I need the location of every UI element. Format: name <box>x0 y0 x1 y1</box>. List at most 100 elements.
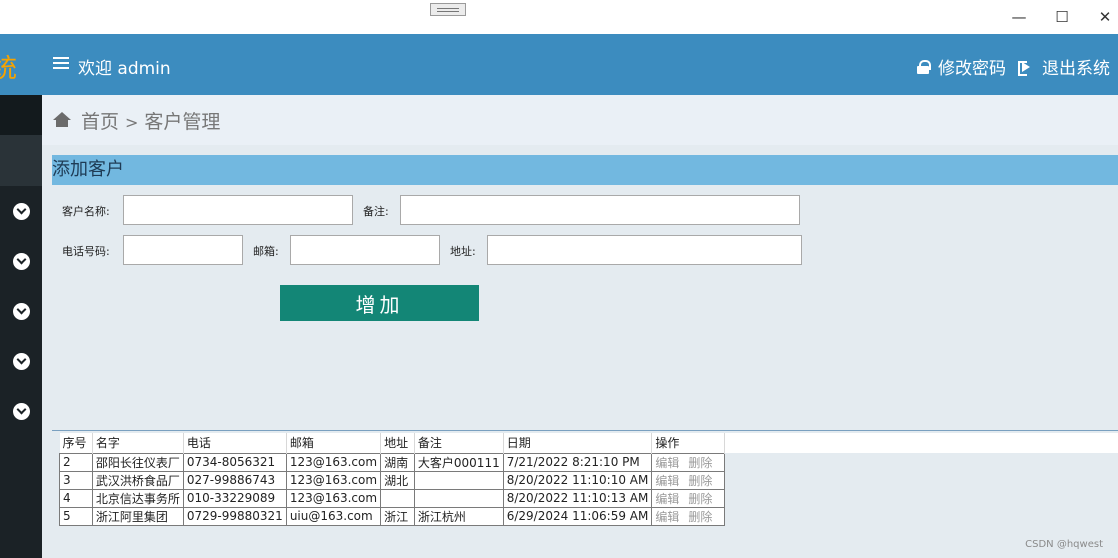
cell-address: 湖南 <box>380 452 415 472</box>
maximize-button[interactable]: ☐ <box>1049 5 1075 29</box>
table-row[interactable]: 3 武汉洪桥食品厂 027-99886743 123@163.com 湖北 8/… <box>59 470 1118 490</box>
menu-icon[interactable] <box>53 57 69 69</box>
lock-icon <box>917 59 931 74</box>
cell-email: 123@163.com <box>285 488 382 508</box>
top-header: 欢迎 admin 修改密码 退出系统 <box>42 34 1118 95</box>
sidebar: 统 <box>0 34 42 558</box>
table-body: 2 邵阳长往仪表厂 0734-8056321 123@163.com 湖南 大客… <box>59 452 1118 526</box>
panel-title: 添加客户 <box>52 155 1118 185</box>
table-row[interactable]: 2 邵阳长往仪表厂 0734-8056321 123@163.com 湖南 大客… <box>59 452 1118 472</box>
row-filler <box>725 489 1118 507</box>
close-button[interactable]: ✕ <box>1092 5 1118 29</box>
edit-link[interactable]: 编辑 <box>655 474 679 488</box>
breadcrumb: 首页 > 客户管理 <box>42 95 1118 145</box>
cell-date: 8/20/2022 11:10:10 AM <box>502 470 653 490</box>
breadcrumb-home[interactable]: 首页 <box>81 111 119 133</box>
delete-link[interactable]: 删除 <box>688 456 712 470</box>
column-header[interactable]: 电话 <box>183 433 287 453</box>
cell-remark: 浙江杭州 <box>413 506 504 526</box>
change-password-link[interactable]: 修改密码 <box>938 54 1006 79</box>
sidebar-brand-area: 统 <box>0 34 42 95</box>
cell-remark <box>413 470 504 490</box>
phone-label: 电话号码: <box>62 245 110 258</box>
cell-address: 湖北 <box>380 470 415 490</box>
chevron-down-circle-icon <box>12 302 30 320</box>
table-header-row: 序号 名字 电话 邮箱 地址 备注 日期 操作 <box>59 433 1118 453</box>
chevron-down-circle-icon <box>12 202 30 220</box>
logout-link[interactable]: 退出系统 <box>1042 54 1110 79</box>
table-row[interactable]: 5 浙江阿里集团 0729-99880321 uiu@163.com 浙江 浙江… <box>59 506 1118 526</box>
customer-grid: 序号 名字 电话 邮箱 地址 备注 日期 操作 2 邵阳长往仪表厂 0734-8… <box>52 430 1118 558</box>
watermark: CSDN @hqwest <box>1025 539 1103 550</box>
breadcrumb-current: 客户管理 <box>144 111 221 133</box>
row-filler <box>725 471 1118 489</box>
logout-icon <box>1018 60 1032 76</box>
cell-remark: 大客户000111 <box>413 452 504 472</box>
column-header[interactable]: 备注 <box>414 433 504 453</box>
chevron-down-circle-icon <box>12 252 30 270</box>
sidebar-item-2[interactable] <box>0 236 42 286</box>
table-row[interactable]: 4 北京信达事务所 010-33229089 123@163.com 8/20/… <box>59 488 1118 508</box>
breadcrumb-text: 首页 > 客户管理 <box>81 107 220 134</box>
edit-link[interactable]: 编辑 <box>655 492 679 506</box>
cell-name: 武汉洪桥食品厂 <box>91 470 184 490</box>
brand-title: 统 <box>0 54 17 84</box>
cell-date: 6/29/2024 11:06:59 AM <box>502 506 653 526</box>
sidebar-spacer <box>0 95 42 135</box>
welcome-text: 欢迎 admin <box>78 59 171 79</box>
phone-input[interactable] <box>123 235 243 265</box>
remark-input[interactable] <box>400 195 800 225</box>
delete-link[interactable]: 删除 <box>688 510 712 524</box>
sidebar-item-1[interactable] <box>0 186 42 236</box>
name-label: 客户名称: <box>62 205 110 218</box>
column-header[interactable]: 地址 <box>380 433 415 453</box>
delete-link[interactable]: 删除 <box>688 492 712 506</box>
column-header[interactable]: 序号 <box>59 433 93 453</box>
column-header[interactable]: 名字 <box>92 433 184 453</box>
cell-email: 123@163.com <box>285 470 382 490</box>
column-header[interactable]: 日期 <box>503 433 653 453</box>
chevron-down-circle-icon <box>12 352 30 370</box>
cell-name: 浙江阿里集团 <box>91 506 184 526</box>
cell-phone: 0734-8056321 <box>182 452 287 472</box>
drag-handle[interactable] <box>430 3 466 16</box>
column-header[interactable]: 操作 <box>651 433 726 453</box>
cell-email: 123@163.com <box>285 452 382 472</box>
sidebar-item-3[interactable] <box>0 286 42 336</box>
cell-phone: 010-33229089 <box>182 488 287 508</box>
cell-id: 3 <box>59 470 93 490</box>
cell-phone: 0729-99880321 <box>182 506 287 526</box>
cell-name: 邵阳长往仪表厂 <box>91 452 184 472</box>
sidebar-item-4[interactable] <box>0 336 42 386</box>
cell-address <box>380 488 415 508</box>
header-actions: 修改密码 退出系统 <box>917 54 1110 79</box>
cell-phone: 027-99886743 <box>182 470 287 490</box>
window-titlebar: — ☐ ✕ <box>0 0 1118 34</box>
cell-address: 浙江 <box>380 506 415 526</box>
edit-link[interactable]: 编辑 <box>655 456 679 470</box>
minimize-button[interactable]: — <box>1006 5 1032 29</box>
customer-name-input[interactable] <box>123 195 353 225</box>
cell-id: 2 <box>59 452 93 472</box>
cell-id: 5 <box>59 506 93 526</box>
email-input[interactable] <box>290 235 440 265</box>
email-label: 邮箱: <box>253 245 279 258</box>
address-input[interactable] <box>487 235 802 265</box>
row-filler <box>725 453 1118 471</box>
sidebar-item-active[interactable] <box>0 135 42 186</box>
delete-link[interactable]: 删除 <box>688 474 712 488</box>
cell-actions: 编辑 删除 <box>651 452 726 472</box>
main-content: 添加客户 客户名称: 备注: 电话号码: 邮箱: 地址: 增加 序号 名字 电话… <box>42 145 1118 558</box>
add-button[interactable]: 增加 <box>280 285 479 321</box>
row-filler <box>725 507 1118 525</box>
column-filler <box>724 433 1118 453</box>
column-header[interactable]: 邮箱 <box>286 433 382 453</box>
chevron-down-circle-icon <box>12 402 30 420</box>
breadcrumb-separator: > <box>125 113 139 132</box>
cell-actions: 编辑 删除 <box>651 470 726 490</box>
cell-name: 北京信达事务所 <box>91 488 184 508</box>
sidebar-item-5[interactable] <box>0 386 42 436</box>
cell-remark <box>413 488 504 508</box>
cell-id: 4 <box>59 488 93 508</box>
edit-link[interactable]: 编辑 <box>655 510 679 524</box>
